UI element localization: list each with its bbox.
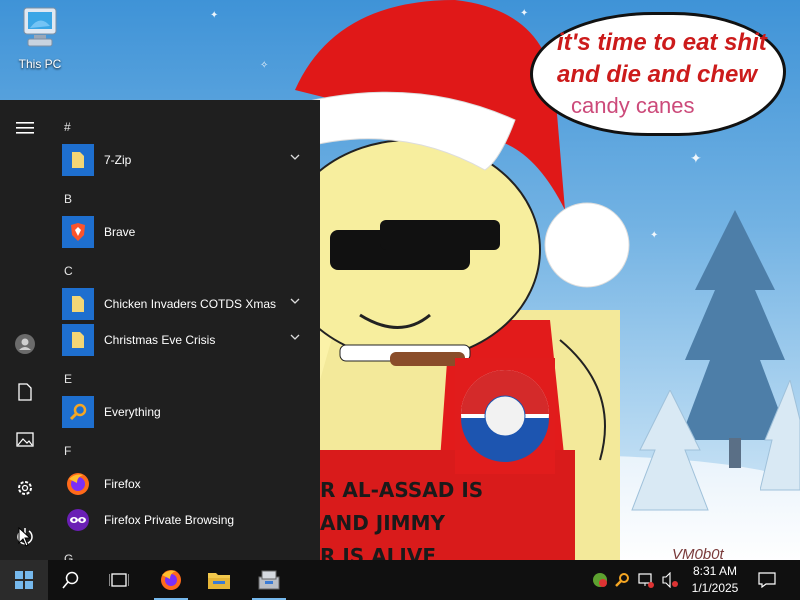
network-icon — [638, 573, 654, 588]
shirt-text-line-1: R AL-ASSAD IS — [320, 478, 484, 502]
edge-pine-tree-decoration — [760, 380, 800, 491]
computer-icon — [23, 7, 57, 47]
shield-icon — [593, 573, 607, 587]
clock-time: 8:31 AM — [692, 564, 738, 578]
bubble-text-line-3: candy canes — [571, 93, 695, 118]
search-icon — [62, 571, 79, 589]
shirt-text-line-2: AND JIMMY — [320, 511, 445, 535]
hamburger-menu-icon — [16, 122, 34, 134]
firefox-private-icon — [62, 504, 94, 536]
section-header-f[interactable]: F — [64, 444, 71, 458]
documents-button[interactable] — [0, 370, 50, 414]
app-item-brave[interactable]: Brave — [62, 215, 312, 249]
taskbar: 8:31 AM 1/1/2025 — [0, 560, 800, 600]
app-item-chicken-invaders[interactable]: Chicken Invaders COTDS Xmas — [62, 287, 312, 321]
mouse-cursor-icon — [18, 527, 32, 547]
section-header-b[interactable]: B — [64, 192, 72, 206]
folder-icon — [62, 288, 94, 320]
app-item-everything[interactable]: Everything — [62, 395, 312, 429]
start-button[interactable] — [0, 560, 48, 600]
snowflake-decoration: ✦ — [650, 230, 659, 241]
app-item-firefox[interactable]: Firefox — [62, 467, 312, 501]
chevron-down-icon[interactable] — [290, 153, 300, 161]
start-menu-rail — [0, 100, 50, 560]
firefox-icon — [161, 570, 181, 590]
chevron-down-icon[interactable] — [290, 297, 300, 305]
search-button[interactable] — [48, 560, 94, 600]
clock-date: 1/1/2025 — [691, 581, 739, 595]
task-view-button[interactable] — [96, 560, 142, 600]
volume-control[interactable] — [662, 572, 678, 588]
this-pc-desktop-icon[interactable]: This PC — [12, 6, 68, 71]
documents-icon — [18, 383, 32, 401]
user-account-button[interactable] — [0, 322, 50, 366]
start-app-list[interactable]: # 7-Zip B Brave C Chicken Invaders COTDS… — [50, 100, 320, 560]
taskbar-installer[interactable] — [246, 560, 292, 600]
app-label: Christmas Eve Crisis — [104, 333, 216, 347]
file-explorer-icon — [208, 573, 230, 589]
tray-everything-icon[interactable] — [614, 572, 630, 588]
pictures-button[interactable] — [0, 418, 50, 462]
network-status[interactable] — [638, 572, 654, 588]
notification-icon — [758, 572, 776, 588]
app-label: Chicken Invaders COTDS Xmas — [104, 297, 277, 311]
section-header-hash[interactable]: # — [64, 120, 71, 134]
start-icon — [15, 571, 33, 589]
chevron-down-icon[interactable] — [290, 333, 300, 341]
search-icon — [615, 573, 629, 587]
expand-menu-button[interactable] — [0, 106, 50, 150]
app-label: Brave — [104, 225, 136, 239]
section-header-g[interactable]: G — [64, 552, 73, 560]
folder-icon — [62, 144, 94, 176]
tray-app-icon[interactable] — [592, 572, 608, 588]
snowflake-decoration: ✦ — [210, 10, 219, 21]
bubble-text-line-1: it's time to eat shit — [557, 29, 767, 56]
action-center-button[interactable] — [746, 560, 788, 600]
search-icon — [62, 396, 94, 428]
app-label: Everything — [104, 405, 161, 419]
section-header-c[interactable]: C — [64, 264, 73, 278]
installer-icon — [258, 570, 280, 590]
app-label: Firefox Private Browsing — [104, 513, 235, 527]
folder-icon — [62, 324, 94, 356]
settings-button[interactable] — [0, 466, 50, 510]
section-header-e[interactable]: E — [64, 372, 72, 386]
user-icon — [15, 334, 35, 354]
shirt-text-line-3: R IS ALIVE — [320, 544, 436, 560]
this-pc-label: This PC — [18, 57, 62, 71]
task-view-icon — [109, 573, 129, 587]
small-pine-tree-decoration — [631, 390, 709, 511]
taskbar-clock[interactable]: 8:31 AM 1/1/2025 — [680, 563, 750, 597]
bubble-text-line-2: and die and chew — [557, 61, 758, 88]
app-label: 7-Zip — [104, 153, 132, 167]
artist-watermark: VM0b0t — [672, 546, 724, 560]
app-item-christmas-eve-crisis[interactable]: Christmas Eve Crisis — [62, 323, 312, 357]
brave-icon — [62, 216, 94, 248]
gimme-jimmy-badge — [455, 358, 555, 474]
snowflake-decoration: ✦ — [690, 150, 702, 166]
taskbar-file-explorer[interactable] — [196, 560, 242, 600]
start-menu: # 7-Zip B Brave C Chicken Invaders COTDS… — [0, 100, 320, 560]
app-item-firefox-private[interactable]: Firefox Private Browsing — [62, 503, 312, 537]
taskbar-firefox[interactable] — [148, 560, 194, 600]
volume-muted-icon — [662, 572, 678, 588]
pictures-icon — [16, 432, 34, 447]
speech-bubble: it's time to eat shit and die and chew c… — [530, 12, 786, 136]
settings-icon — [18, 481, 32, 495]
app-item-7zip[interactable]: 7-Zip — [62, 143, 312, 177]
app-label: Firefox — [104, 477, 141, 491]
firefox-icon — [62, 468, 94, 500]
